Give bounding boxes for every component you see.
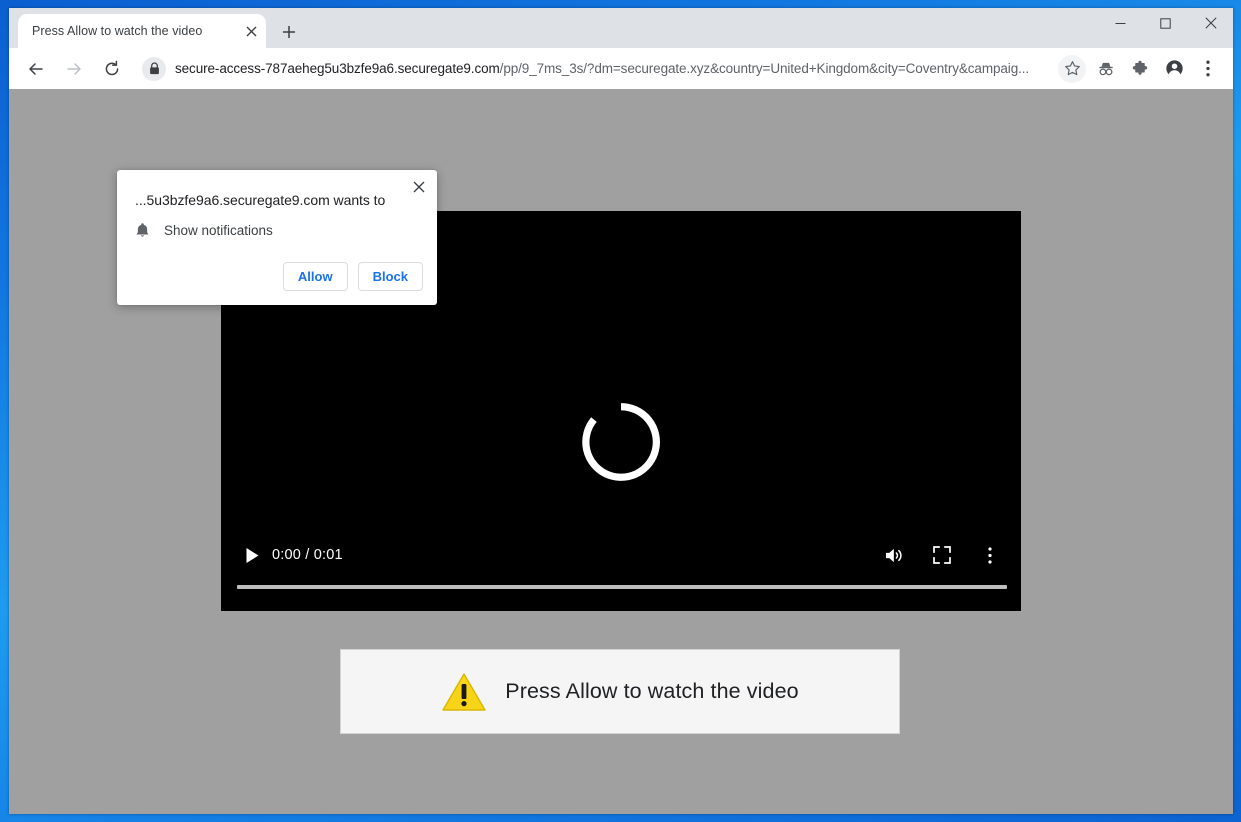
- extensions-button[interactable]: [1126, 55, 1154, 83]
- account-circle-icon: [1165, 59, 1184, 78]
- allow-button[interactable]: Allow: [283, 262, 348, 291]
- play-button[interactable]: [235, 540, 269, 570]
- lock-icon: [149, 62, 160, 75]
- browser-tab[interactable]: Press Allow to watch the video: [18, 14, 266, 48]
- fullscreen-icon: [933, 546, 951, 564]
- popup-permission-label: Show notifications: [164, 223, 273, 238]
- popup-close-button[interactable]: [408, 176, 430, 198]
- video-controls-bar: 0:00 / 0:01: [221, 521, 1021, 611]
- block-button[interactable]: Block: [358, 262, 423, 291]
- spy-hat-icon: [1097, 60, 1115, 78]
- reload-icon: [103, 60, 121, 78]
- notice-banner-text: Press Allow to watch the video: [505, 679, 798, 704]
- close-icon: [413, 181, 425, 193]
- minimize-button[interactable]: [1098, 8, 1143, 38]
- video-progress-bar[interactable]: [237, 585, 1007, 589]
- minimize-icon: [1115, 18, 1126, 29]
- plus-icon: [282, 25, 296, 39]
- loading-spinner-icon: [580, 401, 662, 483]
- tab-title: Press Allow to watch the video: [32, 24, 234, 38]
- close-tab-icon[interactable]: [240, 20, 262, 42]
- bell-icon: [135, 222, 150, 239]
- video-time-display: 0:00 / 0:01: [272, 547, 343, 563]
- popup-origin-text: ...5u3bzfe9a6.securegate9.com wants to: [135, 192, 397, 208]
- tab-strip: Press Allow to watch the video: [9, 8, 1233, 48]
- url-host: secure-access-787aeheg5u3bzfe9a6.secureg…: [175, 61, 500, 76]
- star-icon: [1064, 60, 1081, 77]
- address-bar[interactable]: secure-access-787aeheg5u3bzfe9a6.secureg…: [139, 55, 1049, 83]
- incognito-guest-icon[interactable]: [1092, 55, 1120, 83]
- arrow-right-icon: [65, 60, 83, 78]
- warning-triangle-icon: [441, 671, 487, 713]
- video-controls-row: 0:00 / 0:01: [221, 539, 1021, 571]
- maximize-icon: [1160, 18, 1171, 29]
- video-more-options-button[interactable]: [973, 540, 1007, 570]
- browser-menu-button[interactable]: [1194, 55, 1222, 83]
- page-content: 0:00 / 0:01: [9, 89, 1233, 814]
- puzzle-piece-icon: [1131, 60, 1149, 78]
- mute-button[interactable]: [877, 540, 911, 570]
- site-information-button[interactable]: [142, 57, 166, 81]
- url-path: /pp/9_7ms_3s/?dm=securegate.xyz&country=…: [500, 61, 1029, 76]
- close-icon: [1205, 17, 1217, 29]
- reload-button[interactable]: [97, 54, 127, 84]
- notification-permission-popup: ...5u3bzfe9a6.securegate9.com wants to S…: [117, 170, 437, 305]
- address-bar-text: secure-access-787aeheg5u3bzfe9a6.secureg…: [175, 61, 1029, 76]
- kebab-menu-icon: [1206, 60, 1210, 77]
- browser-window: Press Allow to watch the video: [9, 8, 1233, 814]
- back-button[interactable]: [21, 54, 51, 84]
- popup-permission-row: Show notifications: [135, 222, 273, 239]
- browser-toolbar: secure-access-787aeheg5u3bzfe9a6.secureg…: [9, 48, 1233, 89]
- arrow-left-icon: [27, 60, 45, 78]
- maximize-button[interactable]: [1143, 8, 1188, 38]
- popup-action-buttons: Allow Block: [283, 262, 423, 291]
- play-icon: [245, 547, 260, 564]
- new-tab-button[interactable]: [277, 20, 301, 44]
- notice-banner: Press Allow to watch the video: [340, 649, 900, 734]
- volume-icon: [884, 546, 905, 565]
- profile-avatar-button[interactable]: [1160, 55, 1188, 83]
- forward-button[interactable]: [59, 54, 89, 84]
- bookmark-button[interactable]: [1058, 55, 1086, 83]
- window-controls: [1098, 8, 1233, 38]
- close-window-button[interactable]: [1188, 8, 1233, 38]
- fullscreen-button[interactable]: [925, 540, 959, 570]
- kebab-menu-icon: [988, 547, 992, 564]
